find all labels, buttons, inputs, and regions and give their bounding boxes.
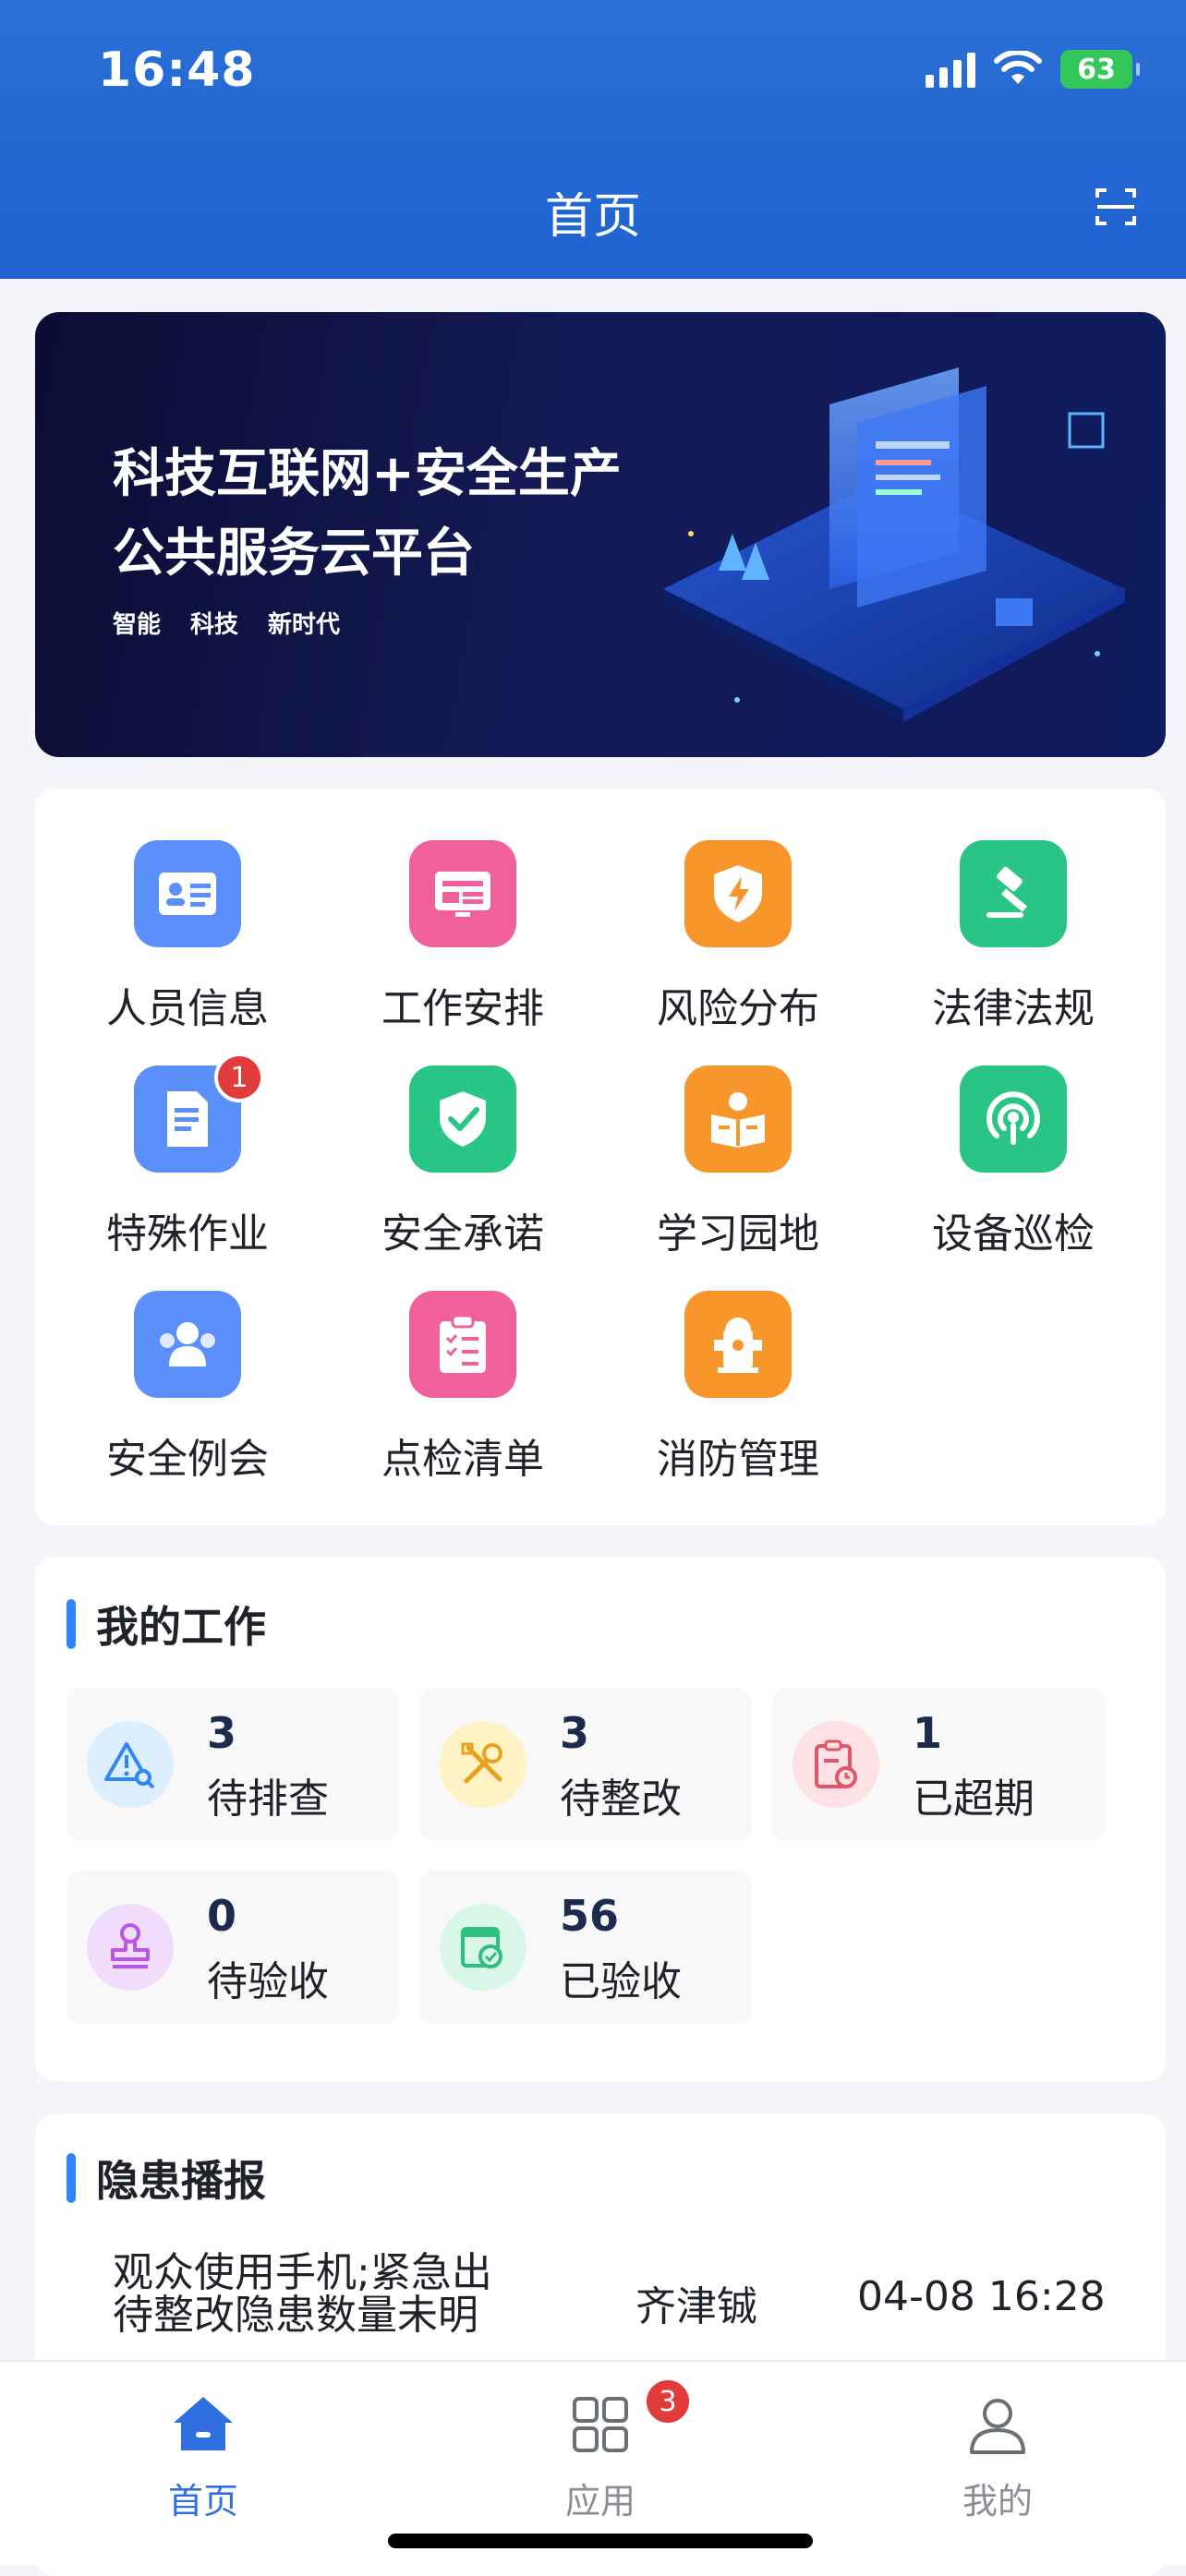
app-safety-meeting[interactable]: 安全例会 (35, 1291, 340, 1503)
work-label: 待排查 (207, 1776, 329, 1823)
work-tile-accepted[interactable]: 56 已验收 (419, 1871, 752, 2024)
work-tile-pending-rectify[interactable]: 3 待整改 (419, 1688, 752, 1841)
app-personnel-info[interactable]: 人员信息 (35, 840, 340, 1053)
app-label: 安全例会 (106, 1436, 269, 1483)
work-tile-pending-check[interactable]: 3 待排查 (67, 1688, 399, 1841)
hazard-next-item: 待整改隐患数量未明 (113, 2292, 478, 2339)
hazard-time: 04-08 16:28 (857, 2273, 1106, 2320)
tab-home[interactable]: 首页 (111, 2389, 296, 2523)
notification-badge: 3 (643, 2377, 693, 2426)
reading-icon (684, 1065, 792, 1173)
checklist-icon (409, 1291, 516, 1398)
banner-tags: 智能 科技 新时代 (113, 606, 340, 640)
banner-tag: 科技 (190, 611, 239, 639)
banner-title-line1: 科技互联网+安全生产 (113, 444, 622, 504)
promo-banner[interactable]: 科技互联网+安全生产 公共服务云平台 智能 科技 新时代 (35, 312, 1166, 757)
app-label: 设备巡检 (932, 1210, 1095, 1258)
work-count: 0 (207, 1891, 237, 1941)
banner-tag: 智能 (113, 611, 162, 639)
overdue-icon (793, 1721, 879, 1808)
app-fire-management[interactable]: 消防管理 (586, 1291, 890, 1503)
app-label: 风险分布 (657, 985, 819, 1032)
shield-check-icon (409, 1065, 516, 1173)
schedule-icon (409, 840, 516, 947)
work-count: 3 (560, 1708, 590, 1758)
work-tile-overdue[interactable]: 1 已超期 (772, 1688, 1105, 1841)
stamp-icon (87, 1904, 174, 1991)
app-label: 点检清单 (381, 1436, 544, 1483)
tab-label: 我的 (962, 2481, 1033, 2522)
user-icon (970, 2399, 1025, 2454)
app-inspection-checklist[interactable]: 点检清单 (310, 1291, 615, 1503)
app-work-schedule[interactable]: 工作安排 (310, 840, 615, 1053)
signal-icon (960, 1065, 1067, 1173)
system-icons: 63 (926, 50, 1140, 89)
app-laws-regulations[interactable]: 法律法规 (861, 840, 1166, 1053)
title-accent-bar (67, 2153, 76, 2203)
hydrant-icon (684, 1291, 792, 1398)
meeting-icon (134, 1291, 241, 1398)
apps-icon (573, 2397, 628, 2452)
app-safety-commitment[interactable]: 安全承诺 (310, 1065, 615, 1278)
my-work-section: 我的工作 3 待排查 3 待整改 1 已超期 0 待验收 56 已验收 (35, 1557, 1166, 2081)
banner-illustration (663, 367, 1125, 722)
title-accent-bar (67, 1599, 76, 1649)
status-bar: 16:48 63 (0, 0, 1186, 148)
app-label: 消防管理 (657, 1436, 819, 1483)
app-grid: 人员信息 工作安排 风险分布 法律法规 1 特殊作业 安全承诺 学习园地 设备巡… (35, 788, 1166, 1525)
status-time: 16:48 (98, 42, 256, 98)
work-label: 待验收 (207, 1958, 329, 2005)
battery-level: 63 (1077, 53, 1116, 86)
app-label: 法律法规 (932, 985, 1095, 1032)
app-learning-garden[interactable]: 学习园地 (586, 1065, 890, 1278)
app-label: 工作安排 (381, 985, 544, 1032)
work-label: 已超期 (913, 1776, 1035, 1823)
page-title: 首页 (544, 189, 641, 245)
section-title: 我的工作 (67, 1594, 266, 1655)
tab-label: 首页 (167, 2481, 238, 2522)
banner-tag: 新时代 (268, 611, 341, 639)
work-label: 已验收 (560, 1958, 682, 2005)
section-title-text: 我的工作 (96, 1602, 266, 1652)
id-card-icon (134, 840, 241, 947)
tools-icon (440, 1721, 526, 1808)
alert-search-icon (87, 1721, 174, 1808)
work-count: 1 (913, 1708, 943, 1758)
app-special-operations[interactable]: 1 特殊作业 (35, 1053, 340, 1278)
top-header: 16:48 63 首页 (0, 0, 1186, 279)
work-label: 待整改 (560, 1776, 682, 1823)
battery-icon: 63 (1060, 50, 1140, 89)
accepted-icon (440, 1904, 526, 1991)
home-indicator (388, 2534, 813, 2548)
banner-title-line2: 公共服务云平台 (113, 524, 475, 584)
app-risk-distribution[interactable]: 风险分布 (586, 840, 890, 1053)
wifi-icon (994, 51, 1042, 84)
hazard-item-text[interactable]: 观众使用手机;紧急出 待整改隐患数量未明 (113, 2245, 519, 2343)
app-label: 人员信息 (106, 985, 269, 1032)
shield-bolt-icon (684, 840, 792, 947)
tab-apps[interactable]: 应用 3 (508, 2377, 693, 2523)
section-title-text: 隐患播报 (96, 2156, 266, 2206)
tab-label: 应用 (564, 2481, 635, 2522)
section-title: 隐患播报 (67, 2148, 266, 2209)
notification-badge: 1 (214, 1053, 264, 1102)
app-label: 学习园地 (657, 1210, 819, 1258)
work-tile-pending-acceptance[interactable]: 0 待验收 (67, 1871, 399, 2024)
tab-mine[interactable]: 我的 (905, 2389, 1090, 2523)
gavel-icon (960, 840, 1067, 947)
app-label: 安全承诺 (381, 1210, 544, 1258)
cellular-signal-icon (926, 51, 975, 88)
scan-icon[interactable] (1094, 185, 1138, 229)
app-label: 特殊作业 (106, 1210, 269, 1258)
app-equipment-inspection[interactable]: 设备巡检 (861, 1065, 1166, 1278)
home-icon (174, 2397, 233, 2450)
work-count: 56 (560, 1891, 620, 1941)
work-count: 3 (207, 1708, 237, 1758)
hazard-reporter: 齐津铖 (635, 2283, 757, 2330)
